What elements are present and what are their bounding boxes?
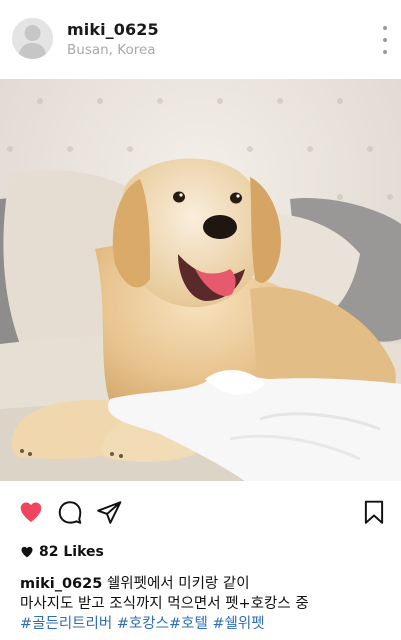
likes-label: 82 Likes (39, 544, 104, 560)
user-avatar-icon (12, 18, 53, 59)
more-dot (383, 50, 387, 54)
send-icon (97, 501, 122, 524)
caption-text-1: 쉘위펫에서 미키랑 같이 (106, 576, 250, 592)
more-options-button[interactable] (377, 26, 393, 54)
caption-username[interactable]: miki_0625 (20, 576, 102, 592)
save-button[interactable] (361, 499, 387, 525)
more-dot (383, 38, 387, 42)
dog-on-bed-photo (0, 79, 401, 481)
more-vertical-icon (383, 26, 387, 30)
user-info: miki_0625 Busan, Korea (67, 20, 159, 60)
bookmark-icon (364, 500, 384, 524)
action-bar (0, 481, 401, 539)
post-caption: miki_0625 쉘위펫에서 미키랑 같이 마사지도 받고 조식까지 먹으면서… (20, 574, 390, 634)
like-button[interactable] (18, 499, 44, 525)
share-button[interactable] (96, 499, 122, 525)
caption-line-2: 마사지도 받고 조식까지 먹으면서 펫+호캉스 중 (20, 596, 309, 612)
hashtags[interactable]: #골든리트리버 #호캉스#호텔 #쉘위펫 (20, 614, 390, 634)
comment-button[interactable] (57, 499, 83, 525)
heart-icon (20, 502, 42, 522)
comment-icon (58, 501, 82, 524)
post-header: miki_0625 Busan, Korea (0, 0, 401, 79)
post-photo[interactable] (0, 79, 401, 481)
location[interactable]: Busan, Korea (67, 41, 159, 60)
username[interactable]: miki_0625 (67, 20, 159, 40)
caption-line-1: miki_0625 쉘위펫에서 미키랑 같이 (20, 574, 390, 594)
likes-count[interactable]: 82 Likes (20, 544, 104, 560)
small-heart-icon (21, 546, 33, 558)
avatar[interactable] (12, 18, 53, 59)
